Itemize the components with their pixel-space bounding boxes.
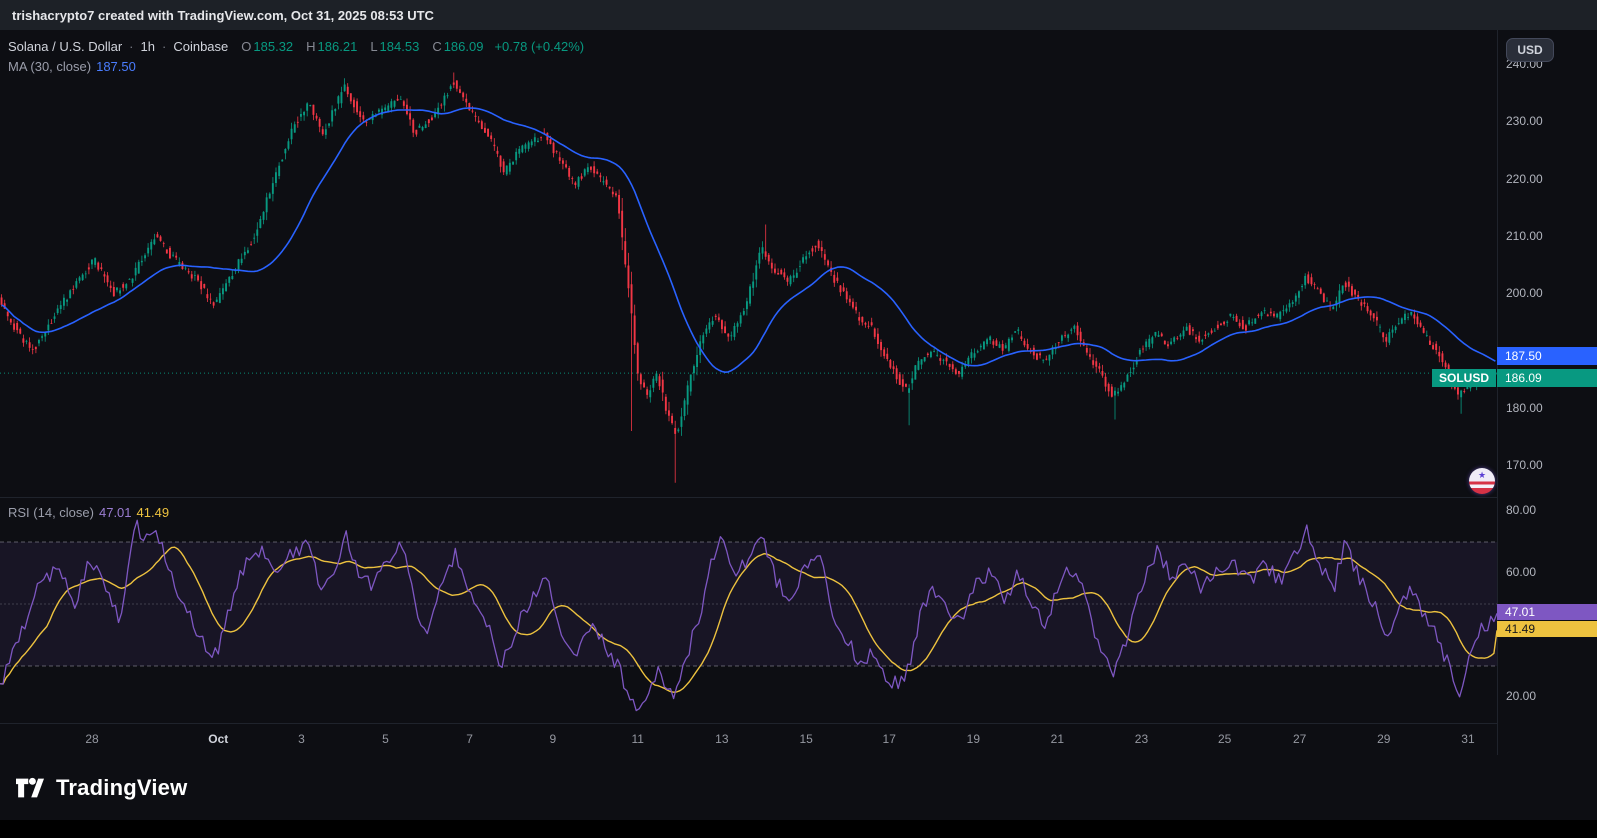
price-axis-label: 210.00	[1506, 228, 1543, 244]
price-axis-label: 230.00	[1506, 113, 1543, 129]
symbol-legend: Solana / U.S. Dollar · 1h · Coinbase O18…	[8, 36, 584, 76]
ohlc-open: O185.32	[241, 39, 293, 54]
chart-panes: Solana / U.S. Dollar · 1h · Coinbase O18…	[0, 30, 1497, 755]
separator-dot: ·	[162, 39, 166, 54]
time-axis-label: 11	[631, 732, 643, 746]
time-axis-label: 7	[466, 732, 473, 746]
time-axis-label: 23	[1135, 732, 1148, 746]
ma-indicator-label[interactable]: MA (30, close)	[8, 59, 91, 74]
chart-root: Solana / U.S. Dollar · 1h · Coinbase O18…	[0, 30, 1597, 755]
rsi-indicator-label[interactable]: RSI (14, close)	[8, 505, 94, 520]
time-axis-label: 3	[298, 732, 305, 746]
flag-ball-watermark-icon: ★	[1469, 468, 1495, 494]
tradingview-logo-icon	[14, 772, 46, 804]
price-axis-label: 220.00	[1506, 171, 1543, 187]
symbol-row: Solana / U.S. Dollar · 1h · Coinbase O18…	[8, 36, 584, 56]
time-axis-label: 13	[715, 732, 728, 746]
tradingview-logo[interactable]: TradingView	[0, 755, 1597, 820]
price-pane: Solana / U.S. Dollar · 1h · Coinbase O18…	[0, 30, 1497, 497]
time-axis-label: 25	[1218, 732, 1231, 746]
tradingview-snapshot: trishacrypto7 created with TradingView.c…	[0, 0, 1597, 838]
time-axis-label: 27	[1293, 732, 1306, 746]
time-axis-label: 9	[549, 732, 556, 746]
time-axis-label: 31	[1461, 732, 1474, 746]
attribution-bar: trishacrypto7 created with TradingView.c…	[0, 0, 1597, 30]
price-axis-label: 180.00	[1506, 400, 1543, 416]
time-axis[interactable]: 28 Oct 3 5 7 9 11 13 15 17 19 21 23 25 27 29 31	[0, 723, 1497, 755]
tradingview-logo-text: TradingView	[56, 775, 187, 801]
price-axis-label: 170.00	[1506, 457, 1543, 473]
separator-dot: ·	[129, 39, 133, 54]
time-axis-label: 5	[382, 732, 389, 746]
ohlc-high: H186.21	[306, 39, 357, 54]
attribution-text: trishacrypto7 created with TradingView.c…	[12, 8, 434, 23]
time-axis-label: 17	[883, 732, 896, 746]
rsi-indicator-value: 47.01	[99, 505, 132, 520]
ohlc-close: C186.09	[432, 39, 483, 54]
time-axis-label: 21	[1051, 732, 1064, 746]
rsi-legend-row: RSI (14, close) 47.01 41.49	[8, 502, 169, 522]
rsi-ma-indicator-value: 41.49	[137, 505, 170, 520]
symbol-interval[interactable]: 1h	[141, 39, 155, 54]
bottom-strip	[0, 820, 1597, 838]
rsi-axis-label: 80.00	[1506, 502, 1536, 518]
symbol-exchange[interactable]: Coinbase	[173, 39, 228, 54]
rsi-chart-canvas[interactable]	[0, 498, 1497, 724]
price-scale[interactable]: USD 240.00230.00220.00210.00200.00180.00…	[1497, 30, 1597, 755]
rsi-legend: RSI (14, close) 47.01 41.49	[8, 502, 169, 522]
price-chart-canvas[interactable]	[0, 30, 1497, 497]
ma-legend-row: MA (30, close) 187.50	[8, 56, 584, 76]
rsi-pane: RSI (14, close) 47.01 41.49	[0, 497, 1497, 723]
price-change: +0.78 (+0.42%)	[494, 39, 584, 54]
time-axis-label: 15	[799, 732, 812, 746]
time-axis-label: 29	[1377, 732, 1390, 746]
rsi-axis-label: 20.00	[1506, 688, 1536, 704]
rsi-axis-label: 60.00	[1506, 564, 1536, 580]
price-axis-label: 200.00	[1506, 285, 1543, 301]
time-axis-label: Oct	[208, 732, 228, 746]
ma-indicator-value: 187.50	[96, 59, 136, 74]
ohlc-low: L184.53	[370, 39, 419, 54]
symbol-title[interactable]: Solana / U.S. Dollar	[8, 39, 122, 54]
currency-button[interactable]: USD	[1506, 38, 1554, 62]
time-axis-label: 19	[967, 732, 980, 746]
time-axis-label: 28	[85, 732, 98, 746]
